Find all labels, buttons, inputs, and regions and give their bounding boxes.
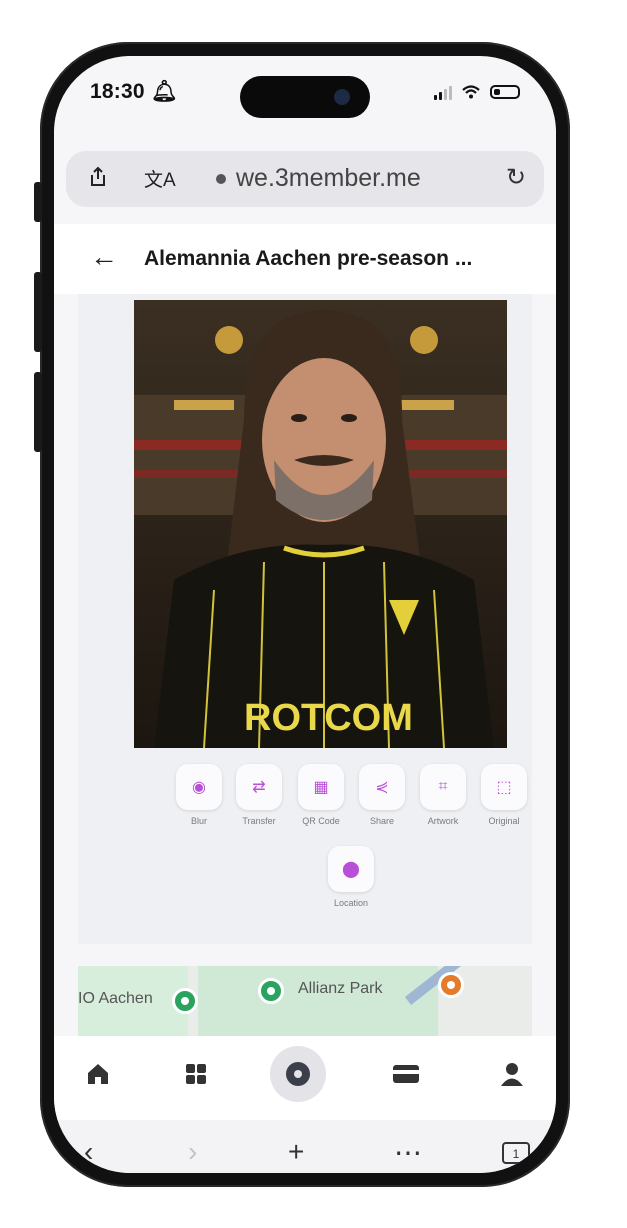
battery-icon (490, 85, 520, 99)
map-pin-icon[interactable] (438, 972, 464, 998)
map-pin-icon[interactable] (258, 978, 284, 1004)
profile-icon[interactable] (492, 1054, 532, 1094)
card-icon[interactable] (386, 1054, 426, 1094)
url-text[interactable]: we.3member.me (216, 164, 421, 193)
share-icon[interactable] (86, 165, 110, 189)
volume-up-button (34, 272, 42, 352)
lock-icon (216, 174, 226, 185)
camera-icon (334, 89, 350, 105)
shirt-sponsor-text: ROTCOM (244, 697, 413, 739)
page-header: ← Alemannia Aachen pre-season ... (54, 224, 556, 294)
map-label-left: IO Aachen (78, 990, 153, 1007)
home-icon[interactable] (78, 1054, 118, 1094)
status-bar: 18:30 🔔︎ (54, 56, 556, 136)
map-label-right: Allianz Park (298, 980, 383, 997)
back-icon[interactable]: ‹ (84, 1136, 93, 1168)
plus-icon[interactable]: + (288, 1136, 304, 1168)
nft-artwork-photo[interactable]: ROTCOM (134, 300, 507, 748)
artwork-icon: ⌗ (420, 764, 466, 810)
center-action-button[interactable] (270, 1046, 326, 1102)
artwork-button[interactable]: ⌗ Artwork (420, 764, 466, 826)
mute-switch (34, 182, 42, 222)
browser-toolbar: ‹ › + ⋯ 1 (54, 1120, 556, 1173)
status-time: 18:30 🔔︎ (90, 80, 178, 103)
location-button[interactable]: ⬤ Location (328, 846, 374, 908)
signal-icon (434, 84, 452, 100)
dynamic-island (240, 76, 370, 118)
original-icon: ⬚ (481, 764, 527, 810)
location-map[interactable]: IO Aachen Allianz Park (78, 966, 532, 1036)
back-arrow-icon[interactable]: ← (90, 241, 118, 273)
forward-icon[interactable]: › (188, 1136, 197, 1168)
share-button[interactable]: ⋞ Share (359, 764, 405, 826)
more-icon[interactable]: ⋯ (394, 1136, 422, 1169)
eye-icon: ◉ (176, 764, 222, 810)
share-icon: ⋞ (359, 764, 405, 810)
map-pin-icon[interactable] (172, 988, 198, 1014)
qr-code-button[interactable]: ▦ QR Code (298, 764, 344, 826)
qr-code-icon: ▦ (298, 764, 344, 810)
address-bar[interactable]: 文A we.3member.me ↻ (66, 151, 544, 207)
transfer-button[interactable]: ⇄ Transfer (236, 764, 282, 826)
reload-icon[interactable]: ↻ (506, 163, 526, 192)
portrait-illustration: ROTCOM (134, 300, 507, 748)
tabs-icon[interactable]: 1 (502, 1142, 530, 1164)
phone-screen: 18:30 🔔︎ 文A we.3member.me ↻ ← Alemannia … (54, 56, 556, 1173)
status-icons (434, 84, 520, 100)
location-pin-icon: ⬤ (328, 846, 374, 892)
translate-icon[interactable]: 文A (144, 165, 176, 192)
page-title: Alemannia Aachen pre-season ... (144, 247, 473, 270)
nft-detail-card: ROTCOM ◉ Blur ⇄ Transfer ▦ QR Code ⋞ Sha… (78, 294, 532, 944)
volume-down-button (34, 372, 42, 452)
bell-icon: 🔔︎ (150, 80, 178, 103)
original-button[interactable]: ⬚ Original (481, 764, 527, 826)
grid-icon[interactable] (176, 1054, 216, 1094)
bottom-navigation (54, 1036, 556, 1120)
wifi-icon (462, 85, 480, 99)
transfer-icon: ⇄ (236, 764, 282, 810)
phone-frame: 18:30 🔔︎ 文A we.3member.me ↻ ← Alemannia … (34, 42, 570, 1187)
center-action-icon (286, 1062, 310, 1086)
